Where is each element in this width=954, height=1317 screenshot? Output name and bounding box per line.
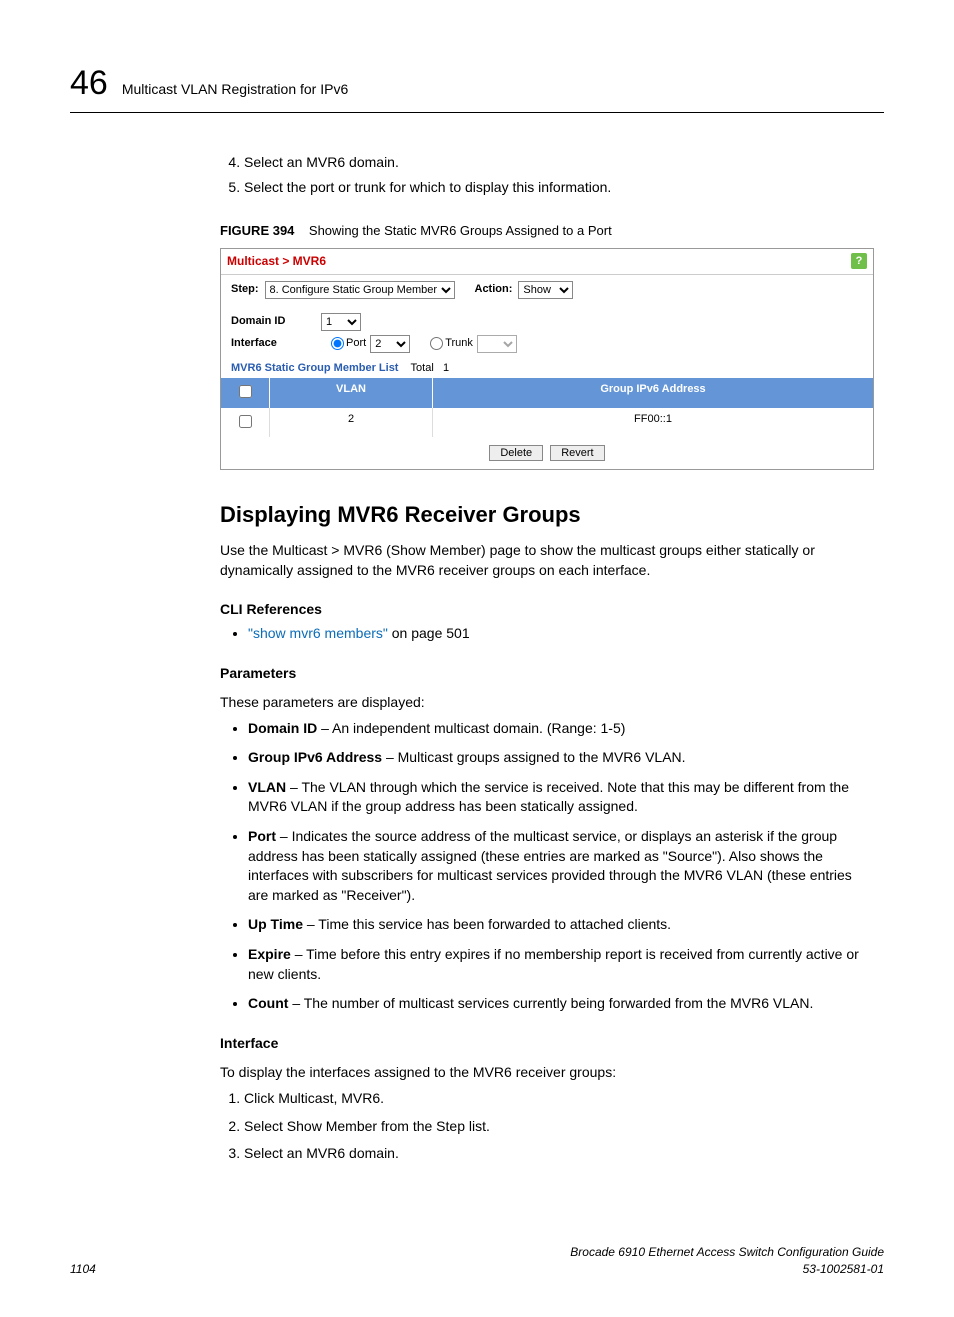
- action-select[interactable]: Show: [518, 281, 573, 299]
- step-item: Select an MVR6 domain.: [244, 1144, 874, 1164]
- breadcrumb: Multicast > MVR6: [227, 253, 326, 270]
- interface-label: Interface: [231, 336, 321, 351]
- param-item: Group IPv6 Address – Multicast groups as…: [248, 748, 874, 768]
- ui-titlebar: Multicast > MVR6 ?: [221, 249, 873, 275]
- delete-button[interactable]: Delete: [489, 445, 543, 461]
- param-item: Domain ID – An independent multicast dom…: [248, 719, 874, 739]
- column-vlan: VLAN: [270, 378, 433, 407]
- column-addr: Group IPv6 Address: [433, 378, 873, 407]
- select-all-checkbox[interactable]: [239, 385, 252, 398]
- step-item: Select the port or trunk for which to di…: [244, 178, 874, 198]
- chapter-title: Multicast VLAN Registration for IPv6: [122, 80, 348, 100]
- trunk-select[interactable]: [477, 335, 517, 353]
- param-item: Count – The number of multicast services…: [248, 994, 874, 1014]
- top-step-list: Select an MVR6 domain. Select the port o…: [220, 153, 874, 198]
- trunk-label: Trunk: [445, 336, 473, 351]
- interface-row: Interface Port 2 Trunk: [221, 333, 873, 355]
- step-label: Step:: [231, 282, 259, 297]
- step-item: Select an MVR6 domain.: [244, 153, 874, 173]
- domain-row: Domain ID 1: [221, 311, 873, 333]
- page-content: Select an MVR6 domain. Select the port o…: [220, 153, 874, 1164]
- figure-label: FIGURE 394: [220, 223, 294, 238]
- step-item: Click Multicast, MVR6.: [244, 1089, 874, 1109]
- help-icon[interactable]: ?: [851, 253, 867, 269]
- list-total-value: 1: [443, 362, 449, 374]
- trunk-radio[interactable]: [430, 337, 443, 350]
- interface-steps-list: Click Multicast, MVR6. Select Show Membe…: [220, 1089, 874, 1164]
- step-select[interactable]: 8. Configure Static Group Member: [265, 281, 455, 299]
- page-header: 46 Multicast VLAN Registration for IPv6: [70, 60, 884, 113]
- interface-intro: To display the interfaces assigned to th…: [220, 1063, 874, 1083]
- parameters-heading: Parameters: [220, 664, 874, 684]
- port-select[interactable]: 2: [370, 335, 410, 353]
- parameters-list: Domain ID – An independent multicast dom…: [220, 719, 874, 1014]
- param-item: Expire – Time before this entry expires …: [248, 945, 874, 984]
- param-item: Port – Indicates the source address of t…: [248, 827, 874, 905]
- domain-id-select[interactable]: 1: [321, 313, 361, 331]
- cli-reference-item: "show mvr6 members" on page 501: [248, 624, 874, 644]
- table-row: 2 FF00::1: [221, 408, 873, 437]
- button-row: Delete Revert: [221, 437, 873, 469]
- row-vlan: 2: [270, 408, 433, 437]
- parameters-intro: These parameters are displayed:: [220, 693, 874, 713]
- interface-heading: Interface: [220, 1034, 874, 1054]
- figure-caption: FIGURE 394 Showing the Static MVR6 Group…: [220, 222, 874, 240]
- ui-screenshot: Multicast > MVR6 ? Step: 8. Configure St…: [220, 248, 874, 470]
- list-total-label: Total: [411, 362, 434, 374]
- footer-doc-id: 53-1002581-01: [570, 1261, 884, 1278]
- footer-doc-info: Brocade 6910 Ethernet Access Switch Conf…: [570, 1244, 884, 1278]
- port-radio[interactable]: [331, 337, 344, 350]
- domain-id-label: Domain ID: [231, 314, 321, 329]
- param-item: Up Time – Time this service has been for…: [248, 915, 874, 935]
- row-addr: FF00::1: [433, 408, 873, 437]
- cli-link[interactable]: "show mvr6 members": [248, 625, 388, 641]
- list-title-text: MVR6 Static Group Member List: [231, 362, 398, 374]
- list-header: VLAN Group IPv6 Address: [221, 378, 873, 407]
- row-checkbox[interactable]: [239, 415, 252, 428]
- footer-doc-title: Brocade 6910 Ethernet Access Switch Conf…: [570, 1244, 884, 1261]
- section-intro: Use the Multicast > MVR6 (Show Member) p…: [220, 541, 874, 580]
- cli-link-suffix: on page 501: [388, 625, 470, 641]
- page-number: 1104: [70, 1261, 96, 1278]
- action-label: Action:: [475, 282, 513, 297]
- section-heading: Displaying MVR6 Receiver Groups: [220, 500, 874, 531]
- revert-button[interactable]: Revert: [550, 445, 604, 461]
- cli-references-list: "show mvr6 members" on page 501: [220, 624, 874, 644]
- cli-references-heading: CLI References: [220, 600, 874, 620]
- param-item: VLAN – The VLAN through which the servic…: [248, 778, 874, 817]
- page-footer: 1104 Brocade 6910 Ethernet Access Switch…: [70, 1244, 884, 1278]
- list-title: MVR6 Static Group Member List Total 1: [221, 355, 873, 378]
- figure-caption-text: Showing the Static MVR6 Groups Assigned …: [309, 223, 612, 238]
- chapter-number: 46: [70, 60, 108, 108]
- port-label: Port: [346, 336, 366, 351]
- step-action-row: Step: 8. Configure Static Group Member A…: [221, 275, 873, 305]
- step-item: Select Show Member from the Step list.: [244, 1117, 874, 1137]
